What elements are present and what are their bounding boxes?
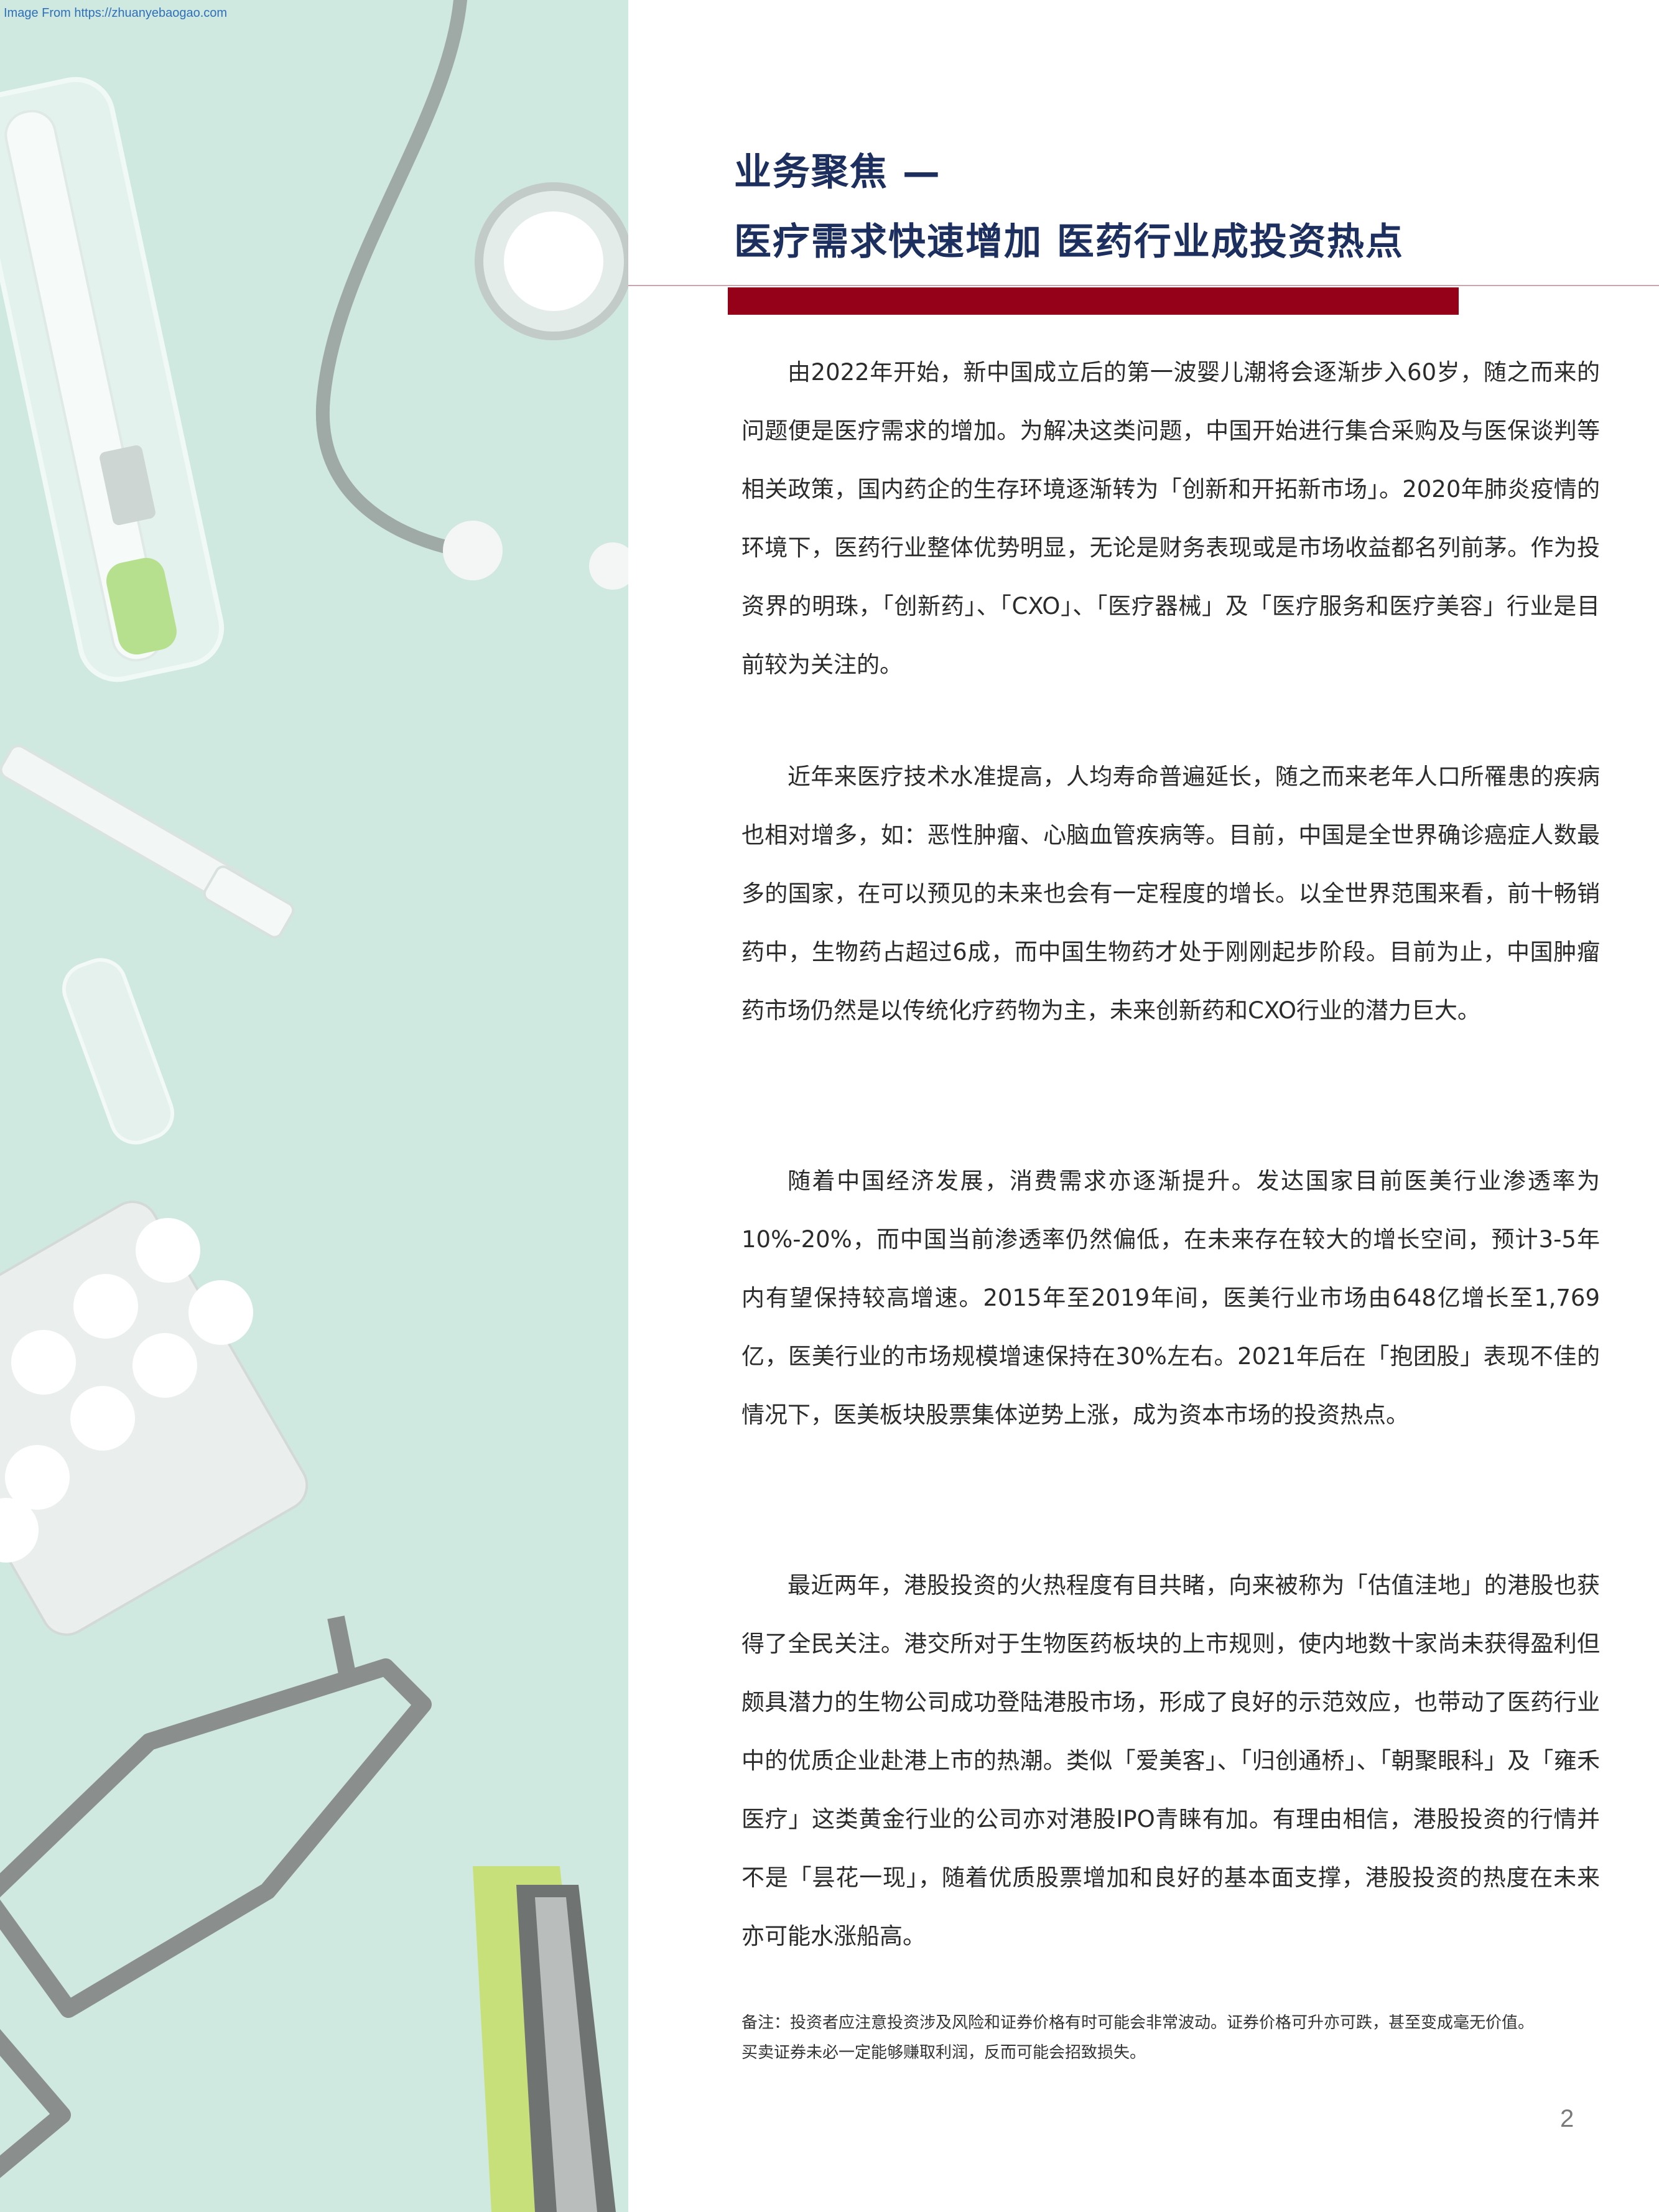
accent-bar xyxy=(728,287,1459,315)
body-paragraph-1: 由2022年开始，新中国成立后的第一波婴儿潮将会逐渐步入60岁，随之而来的问题便… xyxy=(741,343,1600,694)
medical-items-illustration xyxy=(0,0,628,2212)
syringe-icon xyxy=(0,745,295,939)
body-paragraph-3: 随着中国经济发展，消费需求亦逐渐提升。发达国家目前医美行业渗透率为10%-20%… xyxy=(741,1152,1600,1444)
title-divider xyxy=(628,285,1659,286)
pill-blister-icon xyxy=(0,1201,309,1636)
paragraph-text: 近年来医疗技术水准提高，人均寿命普遍延长，随之而来老年人口所罹患的疾病也相对增多… xyxy=(741,763,1600,1024)
body-paragraph-2: 近年来医疗技术水准提高，人均寿命普遍延长，随之而来老年人口所罹患的疾病也相对增多… xyxy=(741,748,1600,1040)
stethoscope-icon xyxy=(315,0,628,590)
body-paragraph-4: 最近两年，港股投资的火热程度有目共睹，向来被称为「估值洼地」的港股也获得了全民关… xyxy=(741,1556,1600,1966)
page-title-line-1: 业务聚焦 — xyxy=(734,151,941,194)
stapler-icon xyxy=(473,1866,616,2212)
page-number: 2 xyxy=(1560,2105,1574,2132)
paragraph-text: 随着中国经济发展，消费需求亦逐渐提升。发达国家目前医美行业渗透率为10%-20%… xyxy=(741,1168,1600,1428)
paragraph-text: 最近两年，港股投资的火热程度有目共睹，向来被称为「估值洼地」的港股也获得了全民关… xyxy=(741,1572,1600,1949)
footnote-line-1: 备注：投资者应注意投资涉及风险和证券价格有时可能会非常波动。证券价格可升亦可跌，… xyxy=(741,2014,1535,2032)
ampoule-icon xyxy=(62,958,175,1145)
footnote-line-2: 买卖证券未必一定能够赚取利润，反而可能会招致损失。 xyxy=(741,2043,1146,2062)
thermometer-icon xyxy=(0,77,225,682)
medical-photo-panel: Image From https://zhuanyebaogao.com xyxy=(0,0,628,2212)
paragraph-text: 由2022年开始，新中国成立后的第一波婴儿潮将会逐渐步入60岁，随之而来的问题便… xyxy=(741,359,1600,678)
glasses-icon xyxy=(0,1615,432,2178)
source-note: Image From https://zhuanyebaogao.com xyxy=(4,6,228,20)
page-title-line-2: 医疗需求快速增加 医药行业成投资热点 xyxy=(734,220,1404,264)
disclaimer-footnote: 备注：投资者应注意投资涉及风险和证券价格有时可能会非常波动。证券价格可升亦可跌，… xyxy=(741,2008,1612,2068)
